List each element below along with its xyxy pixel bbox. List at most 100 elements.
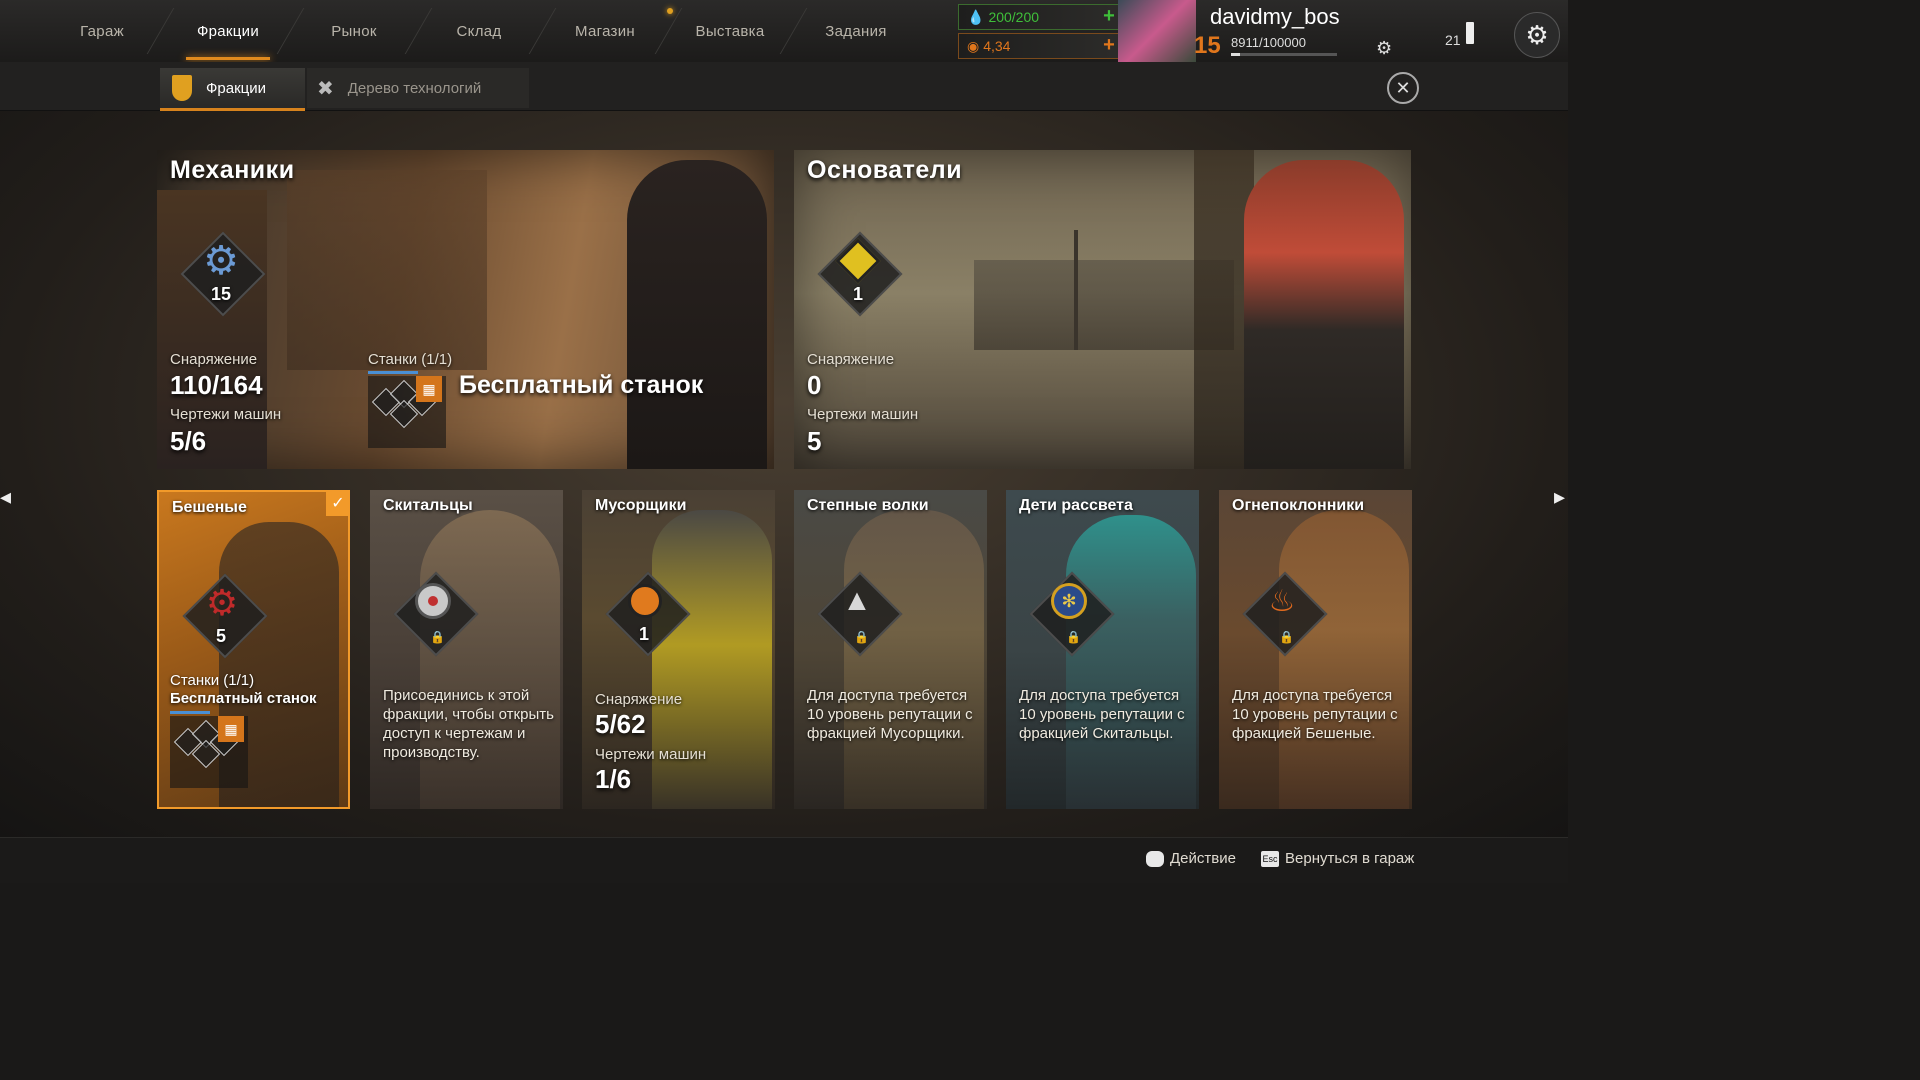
mechanics-gear-icon: ⚙ bbox=[203, 239, 239, 283]
player-name[interactable]: davidmy_bos bbox=[1210, 4, 1340, 30]
xp-progress-bar bbox=[1231, 53, 1337, 56]
subtab-tech-tree[interactable]: ✖ Дерево технологий bbox=[307, 68, 529, 108]
faction-name: Бешеные bbox=[172, 499, 247, 516]
faction-card-firestarters[interactable]: Огнепоклонники ♨ 🔒 Для доступа требуется… bbox=[1219, 490, 1412, 809]
station-icon-group[interactable]: ▦ bbox=[170, 716, 248, 788]
blueprints-value: 5/6 bbox=[170, 426, 207, 456]
gear-value: 5/62 bbox=[595, 709, 646, 739]
esc-key-icon: Esc bbox=[1261, 850, 1279, 867]
faction-name: Скитальцы bbox=[383, 497, 473, 514]
faction-card-founders[interactable]: Основатели 1 Снаряжение 0 Чертежи машин … bbox=[794, 150, 1411, 469]
faction-name: Механики bbox=[170, 156, 295, 184]
blueprints-label: Чертежи машин bbox=[170, 406, 282, 423]
stations-progress-bar bbox=[170, 711, 210, 714]
blueprints-label: Чертежи машин bbox=[595, 746, 707, 763]
scroll-right-arrow-icon[interactable]: ▸ bbox=[1554, 484, 1565, 510]
flame-emblem-icon: ♨ bbox=[1268, 584, 1296, 618]
free-station-label: Бесплатный станок bbox=[459, 371, 704, 399]
gear-value: 110/164 bbox=[170, 370, 263, 400]
faction-name: Огнепоклонники bbox=[1232, 497, 1365, 514]
faction-name: Мусорщики bbox=[595, 497, 687, 514]
lock-icon: 🔒 bbox=[854, 630, 869, 644]
fuel-resource: 💧 200/200 + bbox=[958, 4, 1126, 30]
selected-check-icon: ✓ bbox=[326, 492, 348, 516]
station-icon-group[interactable]: ▦ bbox=[368, 376, 446, 448]
free-station-icon: ▦ bbox=[218, 716, 244, 742]
mechanic-character-portrait bbox=[627, 160, 767, 469]
wolf-head-icon: ▲ bbox=[842, 584, 872, 617]
lock-icon: 🔒 bbox=[1279, 630, 1294, 644]
firestarter-character-portrait bbox=[1279, 510, 1409, 809]
tab-quests[interactable]: Задания bbox=[792, 0, 920, 62]
tab-market[interactable]: Рынок bbox=[290, 0, 418, 62]
subtab-tech-tree-label: Дерево технологий bbox=[347, 79, 482, 97]
player-avatar[interactable] bbox=[1118, 0, 1196, 62]
faction-level: 1 bbox=[852, 284, 863, 304]
faction-description: Для доступа требуется 10 уровень репутац… bbox=[1019, 687, 1185, 742]
faction-card-psychos[interactable]: Бешеные ✓ ⚙ 5 Станки (1/1) Бесплатный ст… bbox=[157, 490, 350, 809]
subtab-factions-label: Фракции bbox=[206, 79, 266, 97]
free-station-icon: ▦ bbox=[416, 376, 442, 402]
faction-level: 1 bbox=[638, 624, 649, 644]
blueprints-value: 1/6 bbox=[595, 764, 632, 794]
faction-description: Для доступа требуется 10 уровень репутац… bbox=[1232, 687, 1398, 742]
lock-icon: 🔒 bbox=[430, 630, 445, 644]
faction-card-steppe-wolves[interactable]: Степные волки ▲ 🔒 Для доступа требуется … bbox=[794, 490, 987, 809]
atom-emblem-icon: ✻ bbox=[1044, 580, 1094, 622]
coins-value: 4,34 bbox=[983, 38, 1011, 54]
scroll-left-arrow-icon[interactable]: ◂ bbox=[0, 484, 11, 510]
tab-exhibition[interactable]: Выставка bbox=[666, 0, 794, 62]
building-structure bbox=[287, 170, 487, 370]
faction-card-scavengers[interactable]: Мусорщики 1 Снаряжение 5/62 Чертежи маши… bbox=[582, 490, 775, 809]
faction-level: 5 bbox=[215, 626, 226, 646]
gear-label: Снаряжение bbox=[807, 351, 895, 368]
faction-description: Для доступа требуется 10 уровень репутац… bbox=[807, 687, 973, 742]
resources-panel: 💧 200/200 + ◉ 4,34 + bbox=[958, 4, 1126, 62]
close-icon[interactable]: ✕ bbox=[1387, 72, 1419, 104]
blueprints-value: 5 bbox=[807, 426, 822, 456]
player-xp: 8911/100000 bbox=[1231, 35, 1306, 50]
free-station-label: Бесплатный станок bbox=[170, 690, 317, 707]
tab-factions[interactable]: Фракции bbox=[164, 0, 292, 62]
faction-card-mechanics[interactable]: Механики ⚙ 15 Снаряжение 110/164 Чертежи… bbox=[157, 150, 774, 469]
tools-icon: ✖ bbox=[317, 77, 334, 100]
nomad-character-portrait bbox=[420, 510, 560, 809]
subtab-factions[interactable]: Фракции bbox=[160, 68, 305, 111]
tab-storage[interactable]: Склад bbox=[415, 0, 543, 62]
coins-resource: ◉ 4,34 + bbox=[958, 33, 1126, 59]
stations-label: Станки (1/1) bbox=[368, 351, 453, 368]
notification-bell-icon[interactable] bbox=[1466, 22, 1474, 44]
add-fuel-button[interactable]: + bbox=[1099, 6, 1119, 26]
faction-name: Основатели bbox=[807, 156, 963, 184]
action-hint-label: Действие bbox=[1170, 850, 1236, 867]
faction-card-nomads[interactable]: Скитальцы 🔒 Присоединись к этой фракции,… bbox=[370, 490, 563, 809]
notifications-count[interactable]: 21 bbox=[1445, 32, 1461, 48]
founders-emblem-icon bbox=[833, 238, 883, 284]
action-hint[interactable]: Действие bbox=[1146, 850, 1236, 867]
psychos-gear-icon: ⚙ bbox=[205, 582, 239, 623]
faction-level: 15 bbox=[210, 284, 232, 304]
back-to-garage-hint[interactable]: Esc Вернуться в гараж bbox=[1261, 850, 1414, 867]
stations-label: Станки (1/1) bbox=[170, 672, 255, 689]
mouse-icon bbox=[1146, 850, 1164, 867]
gear-label: Снаряжение bbox=[170, 351, 258, 368]
faction-description: Присоединись к этой фракции, чтобы откры… bbox=[383, 687, 554, 761]
faction-shield-icon bbox=[172, 75, 192, 101]
add-coins-button[interactable]: + bbox=[1099, 35, 1119, 55]
founder-character-portrait bbox=[1244, 160, 1404, 469]
player-level: 15 bbox=[1194, 32, 1221, 59]
faction-name: Дети рассвета bbox=[1019, 497, 1133, 514]
settings-gear-icon[interactable]: ⚙ bbox=[1514, 12, 1560, 58]
achievements-icon[interactable]: ⚙ bbox=[1376, 38, 1392, 59]
faction-name: Степные волки bbox=[807, 497, 929, 514]
scavenger-character-portrait bbox=[652, 510, 772, 809]
tab-shop[interactable]: Магазин bbox=[541, 0, 669, 62]
back-to-garage-label: Вернуться в гараж bbox=[1285, 850, 1415, 867]
steppe-wolf-character-portrait bbox=[844, 510, 984, 809]
fuel-drop-icon: 💧 bbox=[967, 8, 985, 25]
faction-card-dawns-children[interactable]: Дети рассвета ✻ 🔒 Для доступа требуется … bbox=[1006, 490, 1199, 809]
dawns-children-character-portrait bbox=[1066, 515, 1196, 809]
nomads-emblem-icon bbox=[408, 580, 458, 622]
blueprints-label: Чертежи машин bbox=[807, 406, 919, 423]
gear-value: 0 bbox=[807, 370, 822, 400]
